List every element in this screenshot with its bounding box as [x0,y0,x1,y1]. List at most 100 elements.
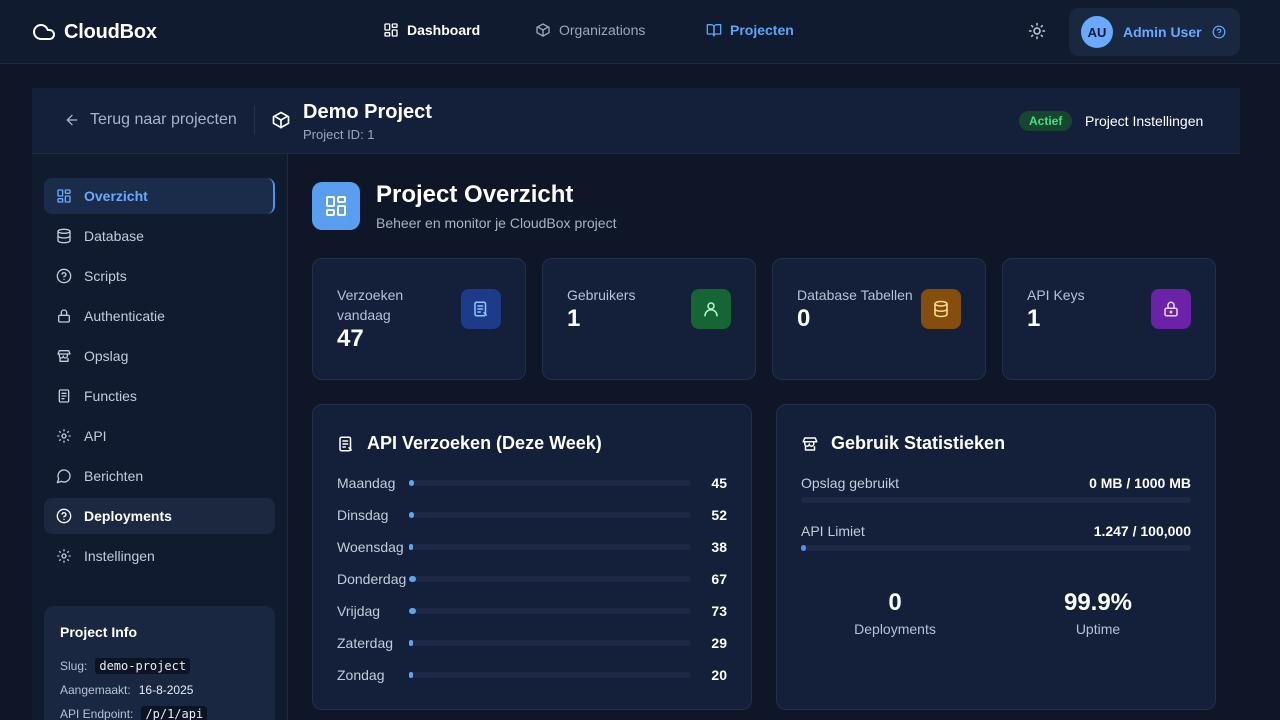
list-item: Maandag 45 [337,473,727,493]
bar-fill [409,672,413,678]
nav-dashboard[interactable]: Dashboard [383,22,480,38]
panel-title-text: Gebruik Statistieken [831,433,1006,453]
sidebar-item-label: Functies [84,388,137,404]
user-menu-button[interactable]: AU Admin User [1069,8,1240,56]
day-label: Dinsdag [337,507,389,523]
sidebar-item-scripts[interactable]: Scripts [44,258,275,294]
usage-stats-panel: Gebruik Statistieken Opslag gebruikt 0 M… [776,404,1216,710]
api-limit-label: API Limiet [801,523,865,539]
sidebar-item-authenticatie[interactable]: Authenticatie [44,298,275,334]
uptime-value: 99.9% [1063,589,1133,616]
sidebar-item-deployments[interactable]: Deployments [44,498,275,534]
user-name: Admin User [1123,24,1202,40]
slug-label: Slug: [60,659,88,673]
slug-row: Slug: demo-project [60,654,259,678]
api-requests-panel: API Verzoeken (Deze Week) Maandag 45 Din… [312,404,752,710]
stat-label: Verzoeken vandaag [337,287,404,323]
uptime-label: Uptime [1075,621,1121,637]
day-label: Zaterdag [337,635,394,651]
created-row: Aangemaakt: 16-8-2025 [60,678,259,702]
help-circle-icon [56,508,72,524]
grid-icon [324,194,348,218]
avatar: AU [1081,16,1113,48]
sidebar-item-label: Overzicht [84,188,148,204]
day-label: Zondag [337,667,385,683]
storage-row: Opslag gebruikt 0 MB / 1000 MB [801,475,1191,491]
status-badge: Actief [1019,111,1073,131]
sidebar-item-opslag[interactable]: Opslag [44,338,275,374]
panel-title-text: API Verzoeken (Deze Week) [367,433,602,453]
bar-track [409,640,691,646]
stat-value: 0 [797,305,811,332]
project-info-title: Project Info [60,624,138,640]
storage-icon [801,435,819,453]
api-limit-value: 1.247 / 100,000 [1093,523,1191,539]
sidebar-item-functies[interactable]: Functies [44,378,275,414]
project-info-card: Project Info Slug: demo-project Aangemaa… [44,606,275,720]
theme-toggle-button[interactable] [1028,22,1048,42]
stat-label: Database Tabellen [797,287,913,303]
api-limit-progress-track [801,545,1191,551]
endpoint-row: API Endpoint: /p/1/api [60,702,259,720]
lock-icon [1151,289,1191,329]
stat-label: Gebruikers [567,287,636,303]
sidebar-item-api[interactable]: API [44,418,275,454]
bar-track [409,608,691,614]
stat-card-db-tables: Database Tabellen 0 [772,258,986,380]
top-navbar: CloudBox Dashboard Organizations Project… [0,0,1280,64]
bar-fill [409,512,414,518]
created-label: Aangemaakt: [60,683,131,697]
created-value: 16-8-2025 [138,683,194,697]
day-value: 29 [711,635,727,651]
sidebar-item-label: Authenticatie [84,308,165,324]
list-item: Zondag 20 [337,665,727,685]
sidebar-item-berichten[interactable]: Berichten [44,458,275,494]
project-id: Project ID: 1 [303,127,375,142]
bar-fill [409,608,416,614]
request-icon [461,289,501,329]
help-circle-icon [1212,25,1226,39]
deployments-value: 0 [888,589,902,616]
slug-value: demo-project [95,658,191,674]
arrow-left-icon [64,112,80,128]
bar-track [409,512,691,518]
cloud-icon [32,20,56,44]
brand-logo[interactable]: CloudBox [32,20,157,44]
sidebar-item-overzicht[interactable]: Overzicht [44,178,275,214]
divider [254,106,255,134]
stat-card-api-keys: API Keys 1 [1002,258,1216,380]
bar-fill [409,480,414,486]
book-icon [706,22,722,38]
uptime-stat: 99.9% Uptime [1028,589,1168,637]
storage-value: 0 MB / 1000 MB [1089,475,1191,491]
panel-title: Gebruik Statistieken [801,433,1005,454]
nav-organizations[interactable]: Organizations [535,22,645,38]
list-item: Dinsdag 52 [337,505,727,525]
grid-icon [56,188,72,204]
list-item: Zaterdag 29 [337,633,727,653]
sidebar-item-instellingen[interactable]: Instellingen [44,538,275,574]
day-label: Vrijdag [337,603,381,619]
database-icon [921,289,961,329]
user-icon [691,289,731,329]
nav-label: Organizations [559,22,646,38]
back-to-projects-link[interactable]: Terug naar projecten [64,111,237,129]
list-item: Woensdag 38 [337,537,727,557]
brand-name: CloudBox [64,20,157,43]
list-item: Donderdag 67 [337,569,727,589]
gear-icon [56,428,72,444]
day-value: 38 [711,539,727,555]
project-settings-button[interactable]: Project Instellingen [1085,113,1203,129]
page-title: Project Overzicht [376,181,574,208]
project-header: Terug naar projecten Demo Project Projec… [32,88,1240,154]
api-limit-row: API Limiet 1.247 / 100,000 [801,523,1191,539]
sidebar-item-database[interactable]: Database [44,218,275,254]
bar-track [409,576,691,582]
day-label: Maandag [337,475,396,491]
project-title: Demo Project [303,101,432,123]
nav-projecten[interactable]: Projecten [706,22,794,38]
function-icon [56,388,72,404]
day-value: 52 [711,507,727,523]
bar-track [409,672,691,678]
endpoint-label: API Endpoint: [60,707,134,720]
